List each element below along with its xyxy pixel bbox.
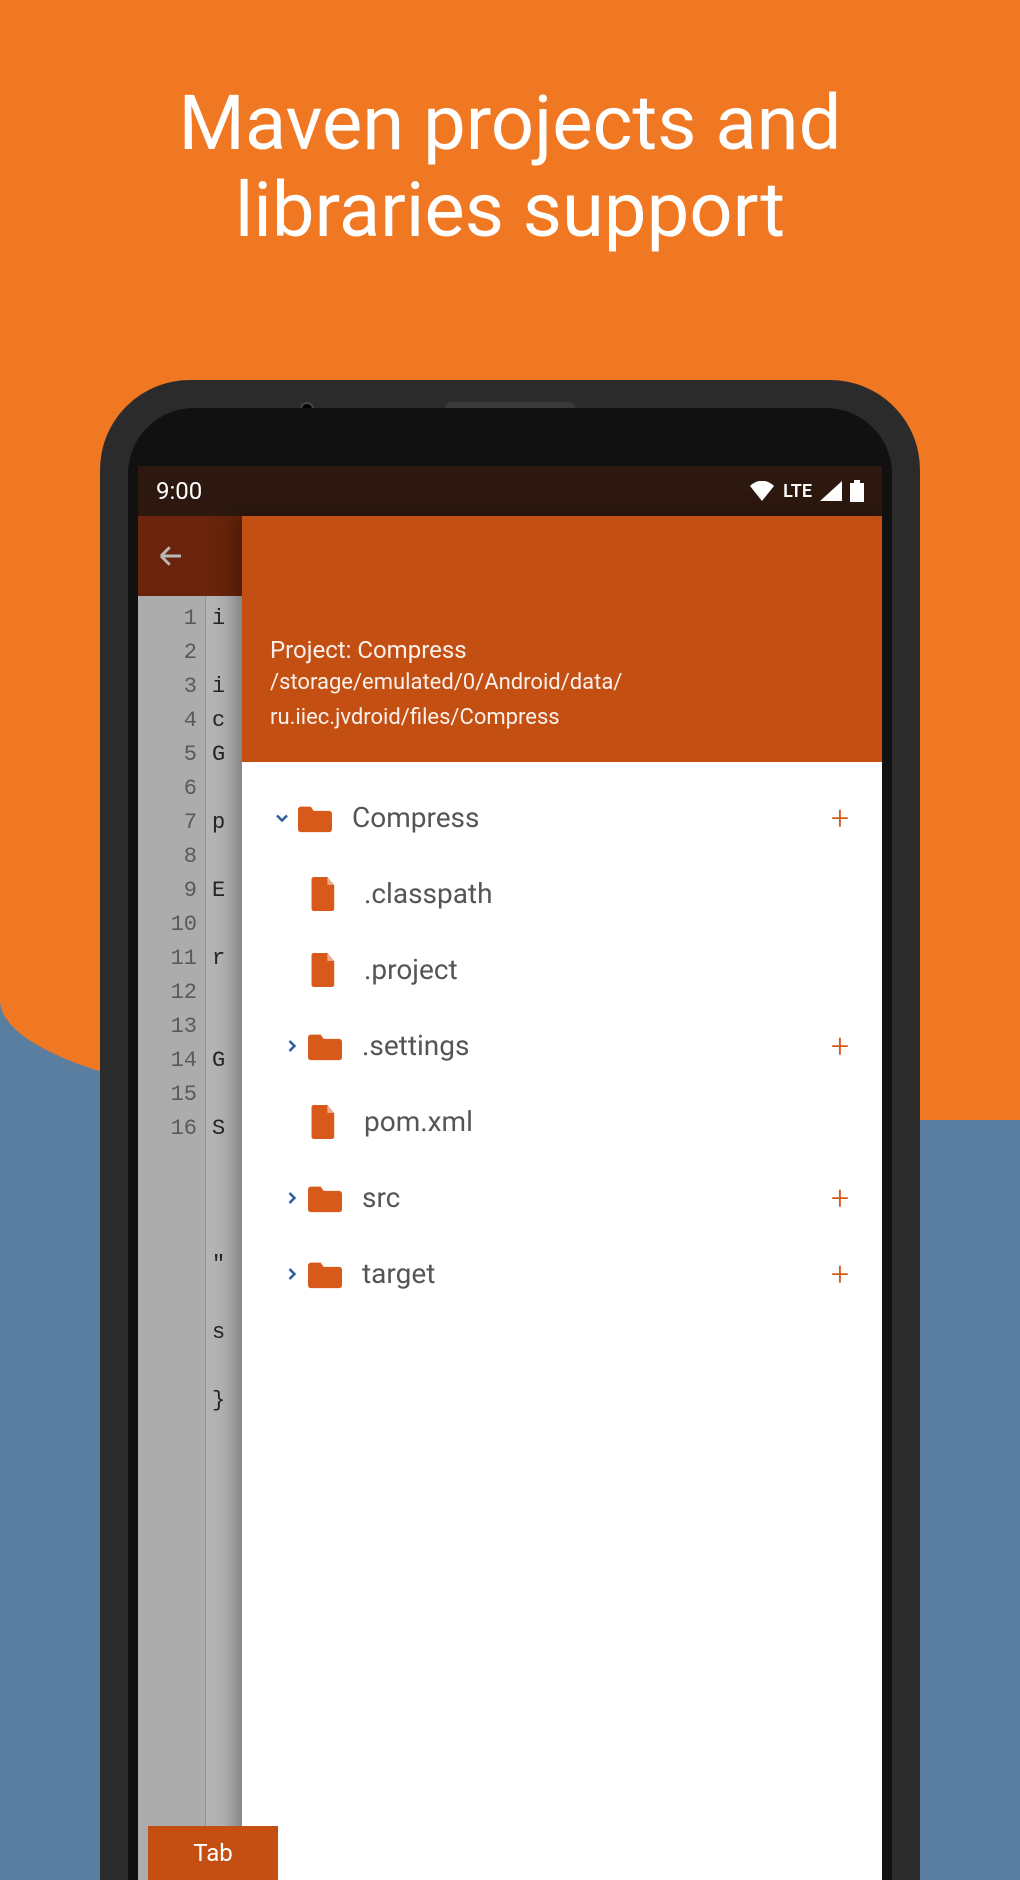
- add-button[interactable]: +: [822, 1027, 858, 1065]
- tree-item-pom[interactable]: pom.xml: [252, 1084, 872, 1160]
- project-tree: Compress + .classpath: [242, 762, 882, 1880]
- tab-label: Tab: [193, 1839, 233, 1867]
- heading-line-2: libraries support: [40, 167, 980, 254]
- battery-icon: [850, 480, 864, 502]
- tab-button[interactable]: Tab: [148, 1826, 278, 1880]
- project-drawer: Project: Compress /storage/emulated/0/An…: [242, 516, 882, 1880]
- tree-item-target[interactable]: target +: [252, 1236, 872, 1312]
- file-icon: [310, 953, 354, 987]
- add-button[interactable]: +: [822, 1255, 858, 1293]
- tree-item-settings[interactable]: .settings +: [252, 1008, 872, 1084]
- tree-item-label: src: [352, 1181, 822, 1214]
- wifi-icon: [749, 481, 775, 501]
- folder-icon: [298, 803, 342, 833]
- status-time: 9:00: [156, 477, 202, 505]
- drawer-path-line1: /storage/emulated/0/Android/data/: [270, 668, 854, 699]
- network-label: LTE: [783, 481, 812, 502]
- drawer-header: Project: Compress /storage/emulated/0/An…: [242, 516, 882, 762]
- drawer-path-line2: ru.iiec.jvdroid/files/Compress: [270, 703, 854, 734]
- add-button[interactable]: +: [822, 799, 858, 837]
- file-icon: [310, 1105, 354, 1139]
- phone-frame: 9:00 LTE: [100, 380, 920, 1880]
- tree-item-project[interactable]: .project: [252, 932, 872, 1008]
- add-button[interactable]: +: [822, 1179, 858, 1217]
- file-icon: [310, 877, 354, 911]
- chevron-right-icon: [276, 1264, 308, 1284]
- chevron-down-icon: [266, 808, 298, 828]
- marketing-heading: Maven projects and libraries support: [0, 80, 1020, 255]
- heading-line-1: Maven projects and: [40, 80, 980, 167]
- tree-item-label: target: [352, 1257, 822, 1290]
- app-screen: 9:00 LTE: [138, 466, 882, 1880]
- tree-item-label: .settings: [352, 1029, 822, 1062]
- phone-inner: 9:00 LTE: [128, 408, 892, 1880]
- tree-root-row[interactable]: Compress +: [252, 780, 872, 856]
- tree-root-label: Compress: [342, 801, 822, 834]
- chevron-right-icon: [276, 1188, 308, 1208]
- drawer-title: Project: Compress: [270, 636, 854, 664]
- tree-item-label: .project: [354, 953, 858, 986]
- folder-icon: [308, 1183, 352, 1213]
- signal-icon: [820, 481, 842, 501]
- chevron-right-icon: [276, 1036, 308, 1056]
- tree-item-label: pom.xml: [354, 1105, 858, 1138]
- folder-icon: [308, 1259, 352, 1289]
- folder-icon: [308, 1031, 352, 1061]
- tree-item-src[interactable]: src +: [252, 1160, 872, 1236]
- status-bar: 9:00 LTE: [138, 466, 882, 516]
- tree-item-label: .classpath: [354, 877, 858, 910]
- tree-item-classpath[interactable]: .classpath: [252, 856, 872, 932]
- status-right: LTE: [749, 480, 864, 502]
